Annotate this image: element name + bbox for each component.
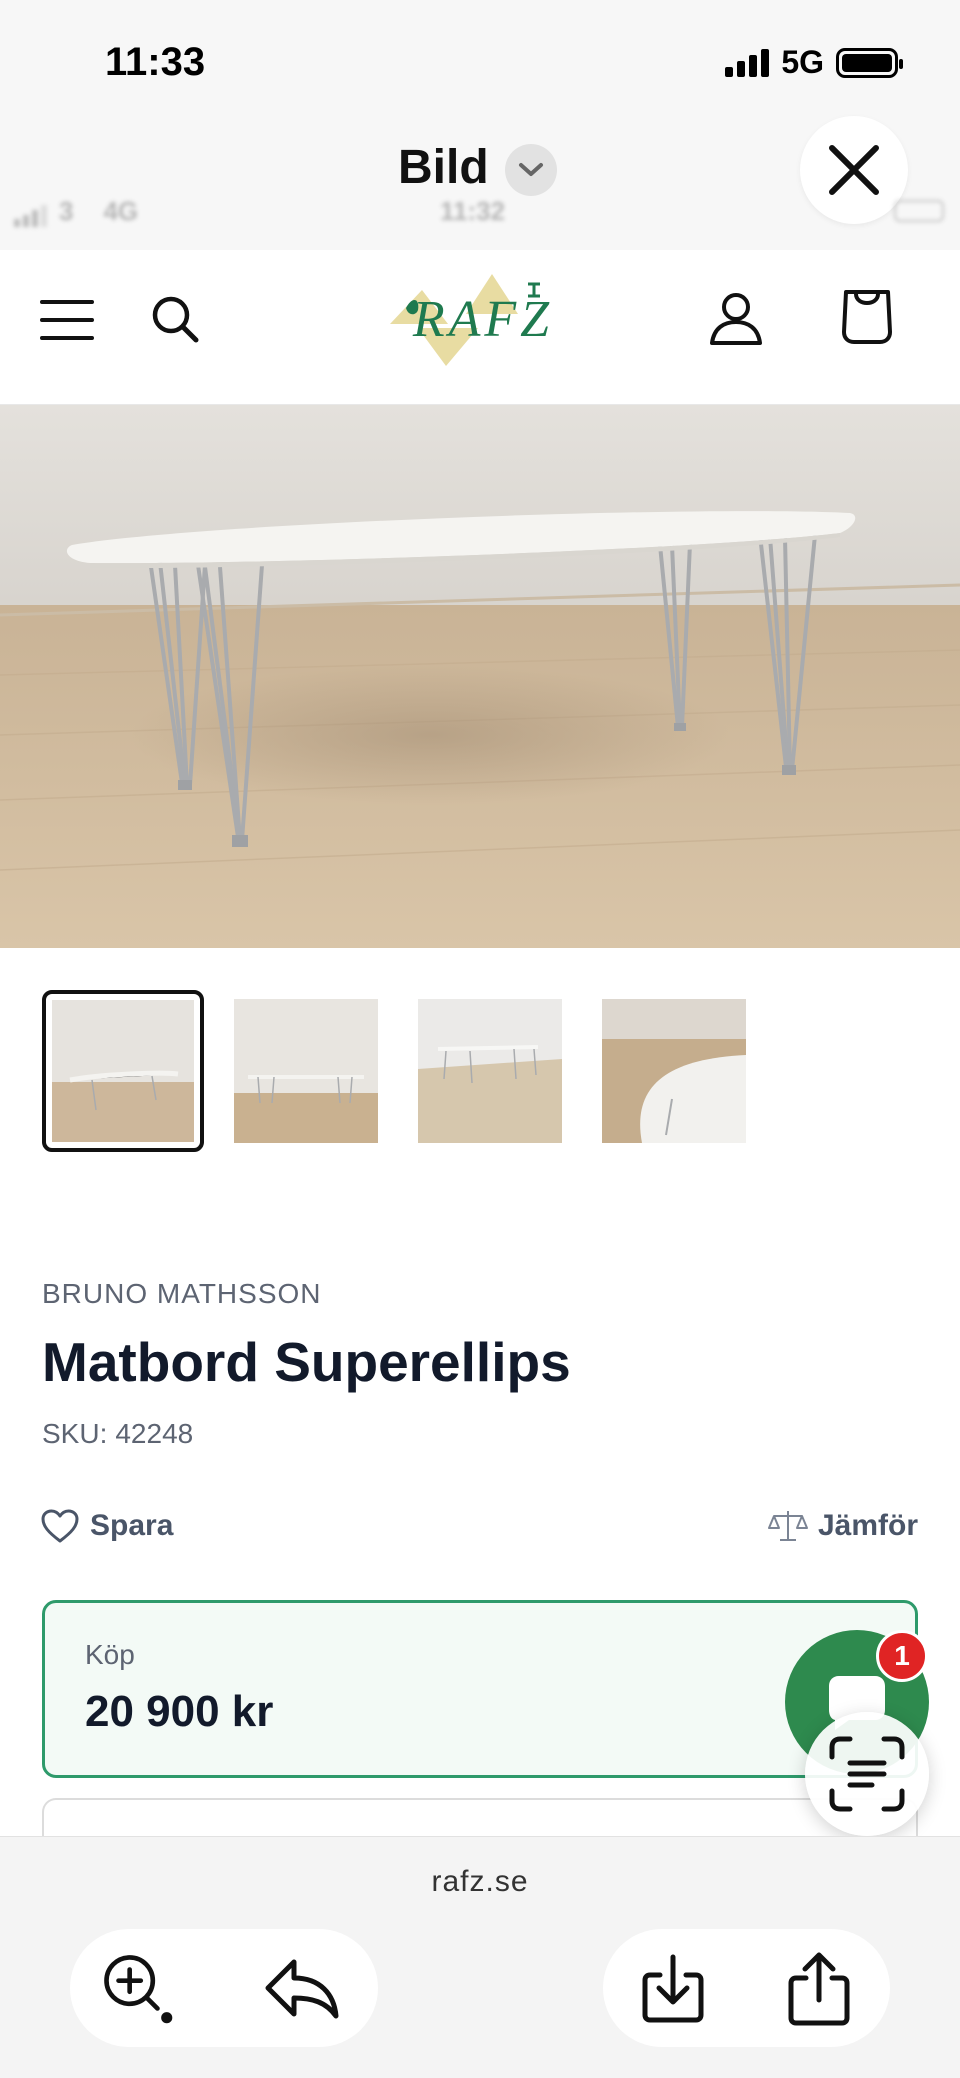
battery-icon [836,47,903,78]
status-bar: 11:33 5G [0,0,960,120]
sku-value: 42248 [115,1418,194,1449]
product-main-image[interactable] [0,405,960,948]
live-text-button[interactable] [805,1712,929,1836]
reply-button[interactable] [264,1951,340,2027]
thumbnail-1[interactable] [42,990,204,1152]
product-brand[interactable]: BRUNO MATHSSON [42,1278,322,1310]
chat-badge: 1 [876,1630,928,1682]
user-icon[interactable] [708,290,764,346]
screenshot-network: 4G [103,196,139,226]
screenshot-battery-icon [894,200,944,222]
page-url: rafz.se [431,1865,529,1898]
close-icon [829,145,879,195]
signal-icon [725,48,770,77]
download-icon [642,1954,704,2023]
chevron-down-icon[interactable] [505,144,557,196]
screenshot-status-bar: 3 4G 11:32 [14,196,954,236]
status-indicators: 5G [725,44,903,81]
toolbar-group-left [70,1929,378,2047]
product-title: Matbord Superellips [42,1331,571,1393]
download-button[interactable] [635,1951,711,2027]
sku-label: SKU: [42,1418,108,1449]
rafz-logo[interactable]: RAFZ [378,266,588,378]
network-type: 5G [781,44,824,80]
bottom-toolbar: rafz.se [0,1836,960,2078]
reply-icon [265,1959,339,2019]
save-label: Spara [90,1509,174,1542]
scale-icon [767,1511,808,1541]
compare-button[interactable]: Jämför [767,1508,918,1544]
thumbnail-4[interactable] [602,999,746,1143]
buy-label: Köp [85,1639,135,1670]
screenshot-time: 11:32 [440,196,506,226]
site-header: RAFZ [0,250,960,405]
thumbnail-3[interactable] [418,999,562,1143]
thumbnail-2[interactable] [234,999,378,1143]
save-button[interactable]: Spara [40,1508,173,1544]
toolbar-group-right [603,1929,890,2047]
heart-icon [41,1509,79,1543]
screenshot-carrier: 3 [59,196,74,226]
viewer-title[interactable]: Bild [398,140,489,195]
compare-label: Jämför [817,1509,918,1542]
product-price: 20 900 kr [85,1687,274,1736]
live-text-icon [829,1736,905,1812]
search-icon[interactable] [150,294,200,344]
zoom-in-button[interactable] [100,1951,176,2027]
cart-icon[interactable] [840,288,894,346]
share-button[interactable] [781,1951,857,2027]
zoom-in-icon [104,1955,173,2024]
status-time: 11:33 [105,40,206,84]
logo-text: RAFZ [412,291,553,348]
product-sku: SKU: 42248 [42,1418,193,1450]
share-icon [788,1952,850,2026]
viewer-header: Bild 3 4G 11:32 [0,116,960,250]
menu-icon[interactable] [40,298,94,342]
